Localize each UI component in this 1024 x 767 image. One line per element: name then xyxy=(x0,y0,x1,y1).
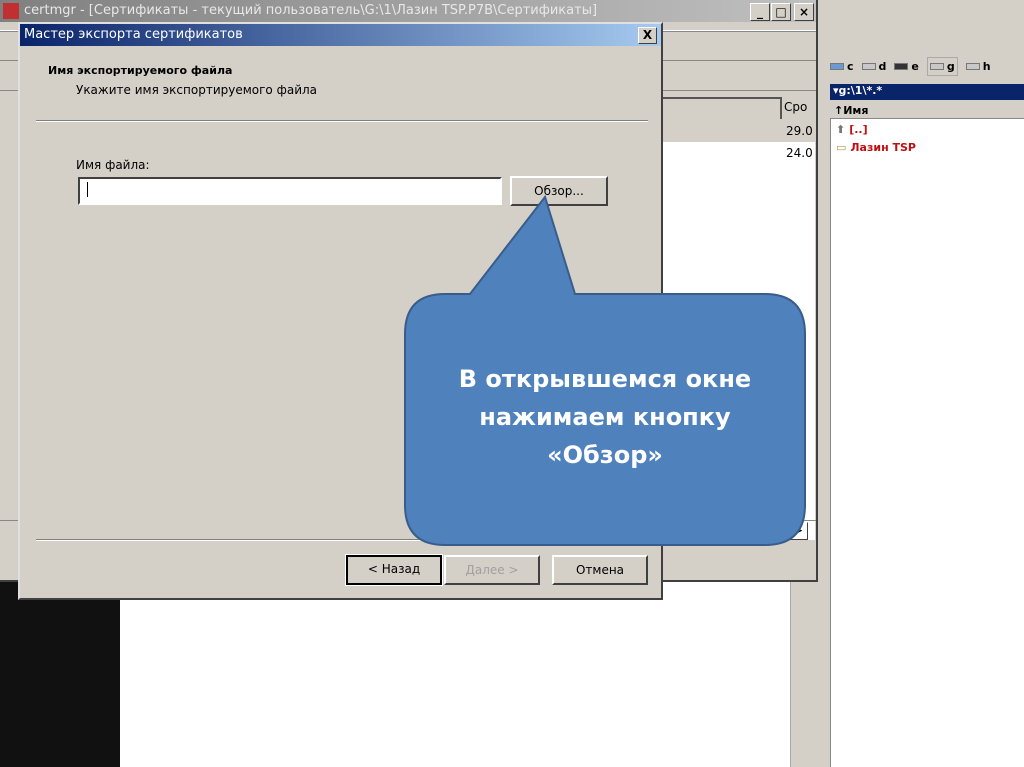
text-cursor xyxy=(87,182,93,197)
underlying-window-strip xyxy=(790,580,820,767)
minimize-button[interactable]: _ xyxy=(750,3,770,21)
expiry-date: 29.0 xyxy=(786,124,813,138)
drive-d[interactable]: d xyxy=(861,59,887,73)
expiry-date: 24.0 xyxy=(786,146,813,160)
app-icon xyxy=(3,3,19,19)
column-header-name[interactable]: ↑Имя xyxy=(830,102,1024,119)
drive-icon xyxy=(929,62,944,70)
section-title: Имя экспортируемого файла xyxy=(48,64,233,77)
drive-icon xyxy=(830,62,844,70)
cancel-button[interactable]: Отмена xyxy=(552,555,648,585)
divider xyxy=(36,120,648,122)
drive-g[interactable]: g xyxy=(926,56,958,76)
dialog-close-button[interactable]: X xyxy=(638,27,657,44)
dialog-title: Мастер экспорта сертификатов xyxy=(20,24,661,46)
list-item[interactable]: ▭ Лазин TSP xyxy=(836,141,916,154)
item-label: [..] xyxy=(849,123,868,136)
drive-c[interactable]: c xyxy=(830,60,854,73)
drive-icon xyxy=(861,62,876,70)
window-title: certmgr - [Сертификаты - текущий пользов… xyxy=(0,0,816,22)
callout-line: «Обзор» xyxy=(547,441,663,469)
drive-label: d xyxy=(878,59,887,73)
list-item[interactable]: ⬆ [..] xyxy=(836,123,868,136)
callout-text: В открывшемся окне нажимаем кнопку «Обзо… xyxy=(405,360,805,474)
browse-button[interactable]: Обзор... xyxy=(510,176,608,206)
callout-line: В открывшемся окне xyxy=(458,365,752,393)
certificate-list xyxy=(660,120,815,540)
drive-label: c xyxy=(847,59,854,73)
callout-line: нажимаем кнопку xyxy=(479,403,731,431)
column-header-expiry[interactable]: Сро xyxy=(780,97,815,119)
filename-input[interactable] xyxy=(78,177,502,205)
folder-icon: ▭ xyxy=(836,141,847,154)
filename-label: Имя файла: xyxy=(76,158,150,172)
close-button[interactable]: × xyxy=(794,3,814,21)
divider xyxy=(36,539,648,541)
drive-label: g xyxy=(946,59,955,73)
drive-e[interactable]: e xyxy=(894,59,919,73)
export-wizard-dialog: Мастер экспорта сертификатов X Имя экспо… xyxy=(18,22,663,600)
drive-label: e xyxy=(911,59,919,73)
next-button: Далее > xyxy=(444,555,540,585)
up-folder-icon: ⬆ xyxy=(836,123,846,136)
scroll-right-arrow[interactable]: ▶ xyxy=(790,522,808,540)
drive-label: h xyxy=(982,59,991,73)
drive-bar: c d e g h xyxy=(830,54,1024,78)
back-button[interactable]: < Назад xyxy=(345,554,443,586)
drive-h[interactable]: h xyxy=(965,59,991,73)
file-list xyxy=(830,102,1024,767)
drive-icon xyxy=(894,62,909,70)
desktop-background xyxy=(0,580,120,767)
maximize-button[interactable]: □ xyxy=(771,3,791,21)
current-path: ▾g:\1\*.* xyxy=(830,84,1024,100)
drive-icon xyxy=(965,62,980,70)
underlying-window-area xyxy=(120,580,790,767)
item-label: Лазин TSP xyxy=(850,141,916,154)
section-subtitle: Укажите имя экспортируемого файла xyxy=(76,83,318,97)
